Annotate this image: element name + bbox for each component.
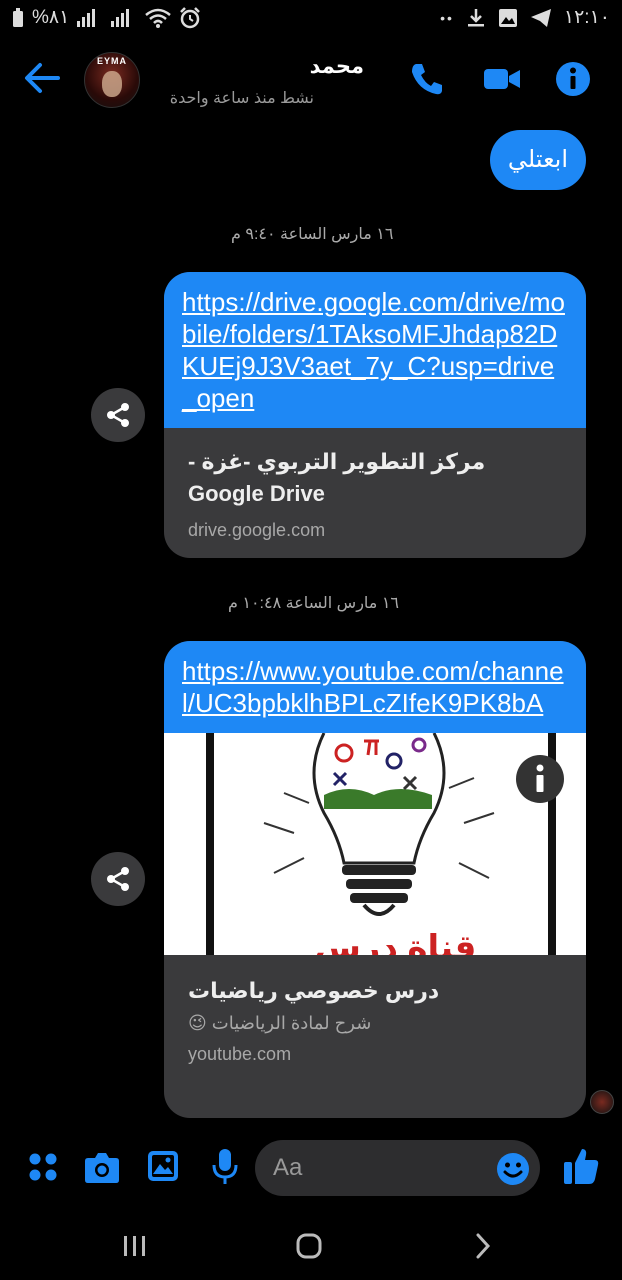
thumbnail-info-button[interactable] bbox=[516, 755, 564, 803]
back-chevron-icon[interactable] bbox=[474, 1232, 492, 1260]
info-icon bbox=[536, 764, 544, 792]
status-dots: •• bbox=[440, 9, 454, 26]
info-icon[interactable] bbox=[554, 60, 592, 98]
message-link[interactable]: https://drive.google.com/drive/mobile/fo… bbox=[164, 272, 586, 428]
link-preview-card[interactable]: https://www.youtube.com/channel/UC3bpbkl… bbox=[164, 641, 586, 1118]
battery-percent: %٨١ bbox=[32, 7, 70, 28]
back-arrow-icon[interactable] bbox=[22, 58, 62, 98]
share-icon bbox=[107, 867, 129, 891]
signal-icon bbox=[77, 8, 96, 27]
share-button[interactable] bbox=[91, 388, 145, 442]
status-time: ١٢:١٠ bbox=[563, 7, 610, 28]
timestamp: ١٦ مارس الساعة ٩:٤٠ م bbox=[231, 226, 394, 243]
contact-name[interactable]: محمد bbox=[310, 54, 364, 79]
timestamp: ١٦ مارس الساعة ١٠:٤٨ م bbox=[228, 595, 400, 612]
share-button[interactable] bbox=[91, 852, 145, 906]
link-preview-card[interactable]: https://drive.google.com/drive/mobile/fo… bbox=[164, 272, 586, 558]
thumbnail-caption: قناة درس bbox=[314, 929, 477, 955]
avatar-text: EYMA bbox=[96, 56, 127, 66]
sent-message-bubble[interactable]: ابعتلي bbox=[489, 130, 586, 190]
status-right: •• ١٢:١٠ bbox=[440, 6, 610, 29]
status-left: %٨١ bbox=[12, 6, 201, 29]
active-status: نشط منذ ساعة واحدة bbox=[169, 90, 314, 107]
thumbs-up-icon[interactable] bbox=[562, 1146, 600, 1186]
gallery-icon[interactable] bbox=[147, 1150, 179, 1182]
alarm-icon bbox=[180, 6, 201, 28]
status-bar: %٨١ •• ١٢:١٠ bbox=[0, 0, 622, 36]
camera-icon[interactable] bbox=[84, 1150, 120, 1184]
telegram-icon bbox=[530, 8, 551, 27]
link-preview-meta: درس خصوصي رياضيات شرح لمادة الرياضيات 😉 … bbox=[164, 955, 586, 1083]
signal-icon-2 bbox=[111, 8, 130, 27]
phone-call-icon[interactable] bbox=[408, 60, 446, 98]
system-nav-bar bbox=[0, 1218, 622, 1280]
home-icon[interactable] bbox=[295, 1232, 323, 1260]
link-subtitle: شرح لمادة الرياضيات 😉 bbox=[188, 1013, 372, 1033]
link-title: مركز التطوير التربوي -غزة - Google Drive bbox=[188, 449, 486, 506]
seen-avatar bbox=[590, 1090, 614, 1114]
composer-bar: Aa bbox=[0, 1140, 622, 1200]
message-input[interactable]: Aa bbox=[255, 1140, 540, 1196]
chat-header: EYMA محمد نشط منذ ساعة واحدة bbox=[0, 40, 622, 120]
wifi-icon bbox=[145, 8, 172, 28]
download-icon bbox=[467, 8, 484, 26]
share-icon bbox=[107, 403, 129, 427]
emoji-icon[interactable] bbox=[496, 1152, 530, 1186]
message-input-placeholder: Aa bbox=[273, 1154, 303, 1181]
link-title: درس خصوصي رياضيات bbox=[188, 978, 440, 1003]
gallery-icon bbox=[498, 8, 517, 27]
microphone-icon[interactable] bbox=[212, 1148, 238, 1186]
link-domain: youtube.com bbox=[188, 1044, 292, 1064]
avatar-face bbox=[102, 71, 122, 97]
link-domain: drive.google.com bbox=[188, 520, 326, 540]
recent-apps-icon[interactable] bbox=[122, 1234, 148, 1258]
link-preview-meta: مركز التطوير التربوي -غزة - Google Drive… bbox=[164, 428, 586, 558]
message-link[interactable]: https://www.youtube.com/channel/UC3bpbkl… bbox=[164, 641, 586, 733]
video-call-icon[interactable] bbox=[482, 60, 522, 98]
apps-grid-icon[interactable] bbox=[28, 1152, 58, 1182]
contact-avatar[interactable]: EYMA bbox=[84, 52, 140, 108]
battery-icon bbox=[13, 7, 23, 27]
video-thumbnail[interactable]: قناة درس bbox=[164, 733, 586, 955]
